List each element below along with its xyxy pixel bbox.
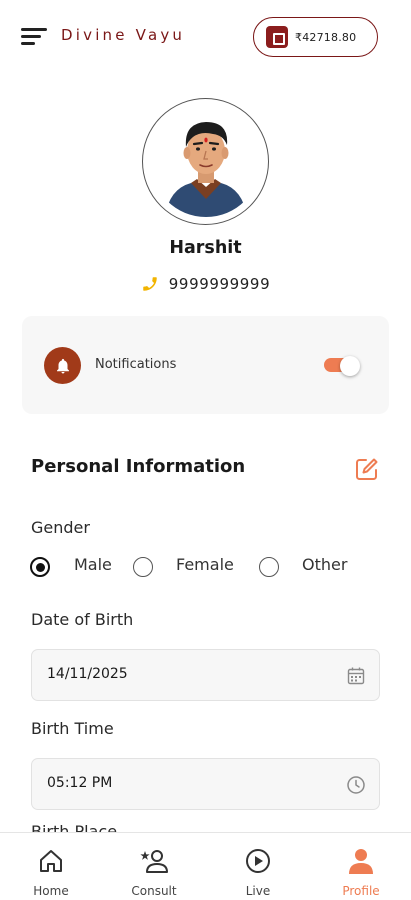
nav-item-profile[interactable]: Profile: [321, 833, 401, 900]
gender-option-male[interactable]: Male: [74, 555, 112, 574]
clock-icon[interactable]: [346, 775, 366, 795]
wallet-balance-button[interactable]: ₹42718.80: [253, 17, 378, 57]
personal-info-title: Personal Information: [31, 456, 246, 477]
profile-icon: [349, 849, 373, 874]
profile-phone-row: 9999999999: [0, 275, 411, 293]
nav-label-home: Home: [33, 884, 69, 898]
birth-place-label: Birth Place: [31, 822, 118, 832]
bell-icon: [44, 347, 81, 384]
nav-item-consult[interactable]: Consult: [114, 833, 194, 900]
nav-label-live: Live: [245, 884, 271, 898]
notifications-label: Notifications: [95, 357, 177, 372]
home-icon: [40, 850, 62, 872]
notifications-card: Notifications: [22, 316, 389, 414]
wallet-icon: [266, 26, 288, 48]
gender-radio-male[interactable]: [30, 557, 50, 577]
birth-time-input[interactable]: 05:12 PM: [31, 758, 380, 810]
app-header: Divine Vayu ₹42718.80: [0, 0, 411, 72]
gender-option-other[interactable]: Other: [302, 555, 347, 574]
profile-phone-number: 9999999999: [168, 275, 271, 293]
phone-icon: [143, 277, 157, 291]
app-brand-title: Divine Vayu: [61, 26, 186, 44]
gender-radio-other[interactable]: [259, 557, 279, 577]
live-play-icon: [246, 849, 270, 873]
dob-input[interactable]: 14/11/2025: [31, 649, 380, 701]
dob-label: Date of Birth: [31, 610, 134, 629]
calendar-icon[interactable]: [346, 666, 366, 686]
notifications-toggle[interactable]: [324, 356, 362, 376]
edit-icon[interactable]: [354, 456, 380, 482]
hamburger-menu-icon[interactable]: [21, 26, 47, 48]
dob-value: 14/11/2025: [47, 666, 128, 682]
avatar[interactable]: [142, 98, 269, 225]
avatar-illustration: [150, 106, 261, 217]
gender-label: Gender: [31, 518, 90, 537]
nav-label-profile: Profile: [342, 884, 380, 898]
nav-item-live[interactable]: Live: [218, 833, 298, 900]
wallet-amount: ₹42718.80: [295, 30, 357, 44]
gender-radio-group: Male Female Other: [30, 555, 370, 581]
gender-radio-female[interactable]: [133, 557, 153, 577]
birth-time-value: 05:12 PM: [47, 775, 113, 791]
birth-time-label: Birth Time: [31, 719, 114, 738]
bottom-navigation: Home Consult Live Profile: [0, 832, 411, 900]
nav-item-home[interactable]: Home: [11, 833, 91, 900]
toggle-knob: [340, 356, 360, 376]
nav-label-consult: Consult: [131, 884, 177, 898]
profile-name: Harshit: [169, 238, 242, 258]
consult-icon: [140, 850, 168, 873]
gender-option-female[interactable]: Female: [176, 555, 234, 574]
